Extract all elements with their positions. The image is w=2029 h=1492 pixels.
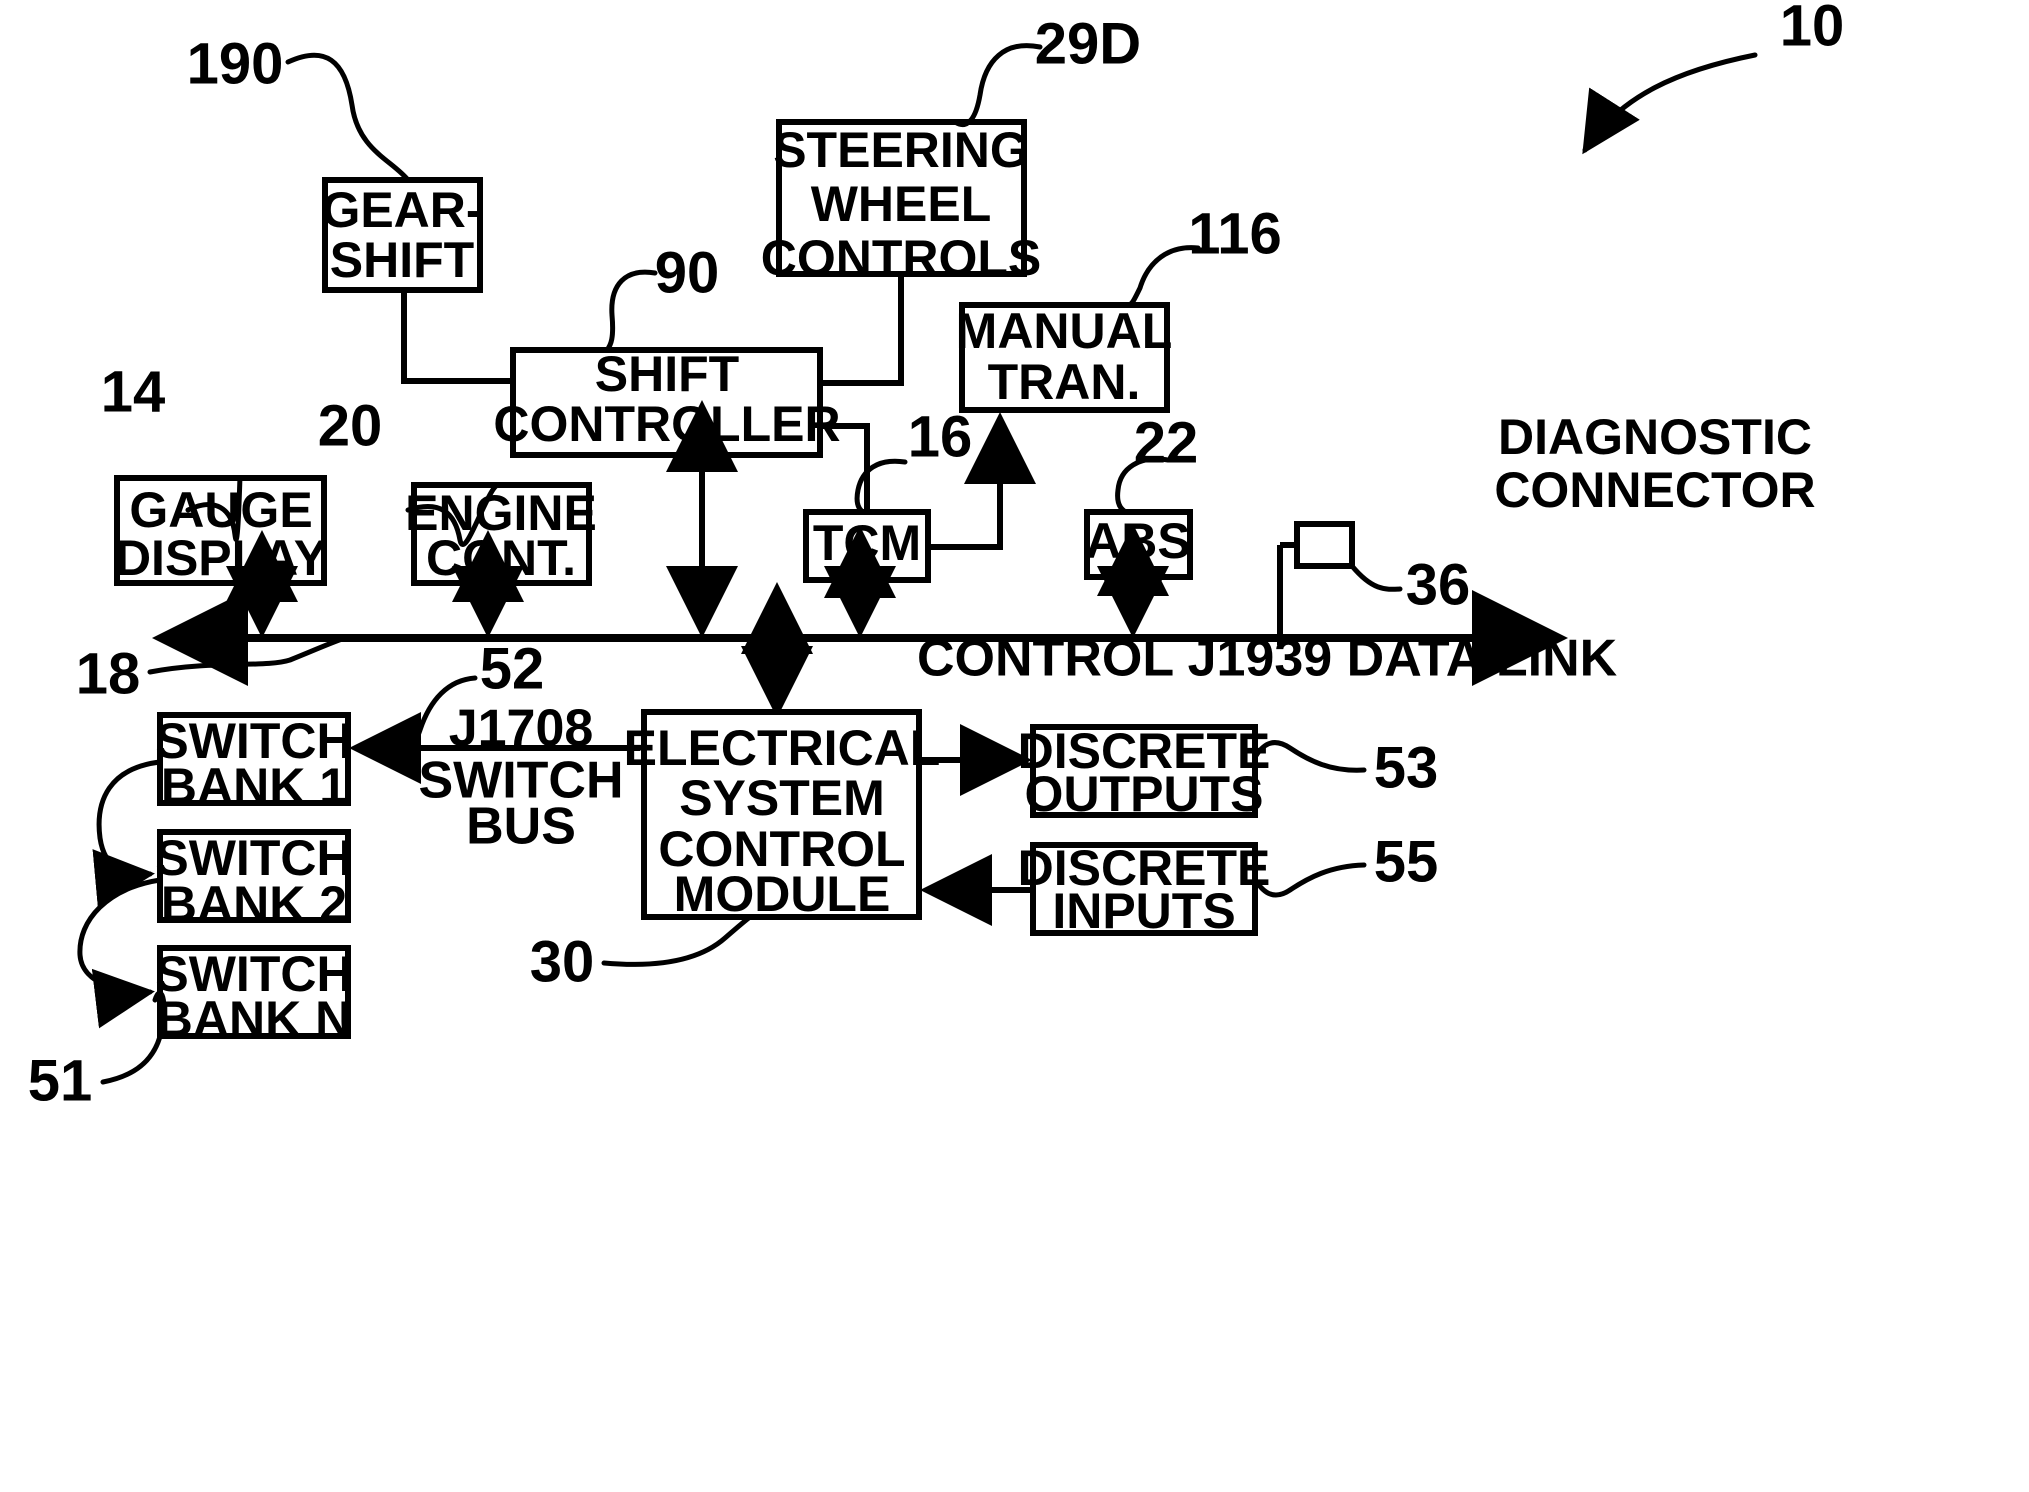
ref-190: 190 — [187, 31, 284, 96]
block-manual-tran-label-2: TRAN. — [988, 354, 1141, 410]
block-engine-cont-label-2: CONT. — [426, 530, 576, 586]
ref-14: 14 — [101, 359, 166, 424]
block-discrete-outputs-label-2: OUTPUTS — [1025, 766, 1264, 822]
block-switch-bank-2-label-2: BANK 2 — [161, 876, 347, 932]
leader-51 — [100, 990, 167, 1085]
block-manual-tran-label-1: MANUAL — [956, 303, 1173, 359]
ref-52: 52 — [480, 636, 545, 701]
ref-29D: 29D — [1035, 11, 1141, 76]
block-gear-shift-label-1: GEAR- — [321, 182, 482, 238]
block-shift-controller-label-2: CONTROLLER — [493, 396, 840, 452]
link-gearshift-to-shiftcontroller — [401, 290, 513, 384]
ref-90: 90 — [655, 240, 720, 305]
block-gear-shift-label-2: SHIFT — [330, 232, 474, 288]
block-escm-label-1: ELECTRICAL — [624, 720, 941, 776]
diagram-canvas: 10 190 GEAR- SHIFT 29D STEERING WHEEL CO… — [28, 0, 1845, 1113]
block-diagnostic-connector-label-2: CONNECTOR — [1494, 462, 1815, 518]
block-shift-controller-label-1: SHIFT — [595, 346, 739, 402]
patent-figure: 10 190 GEAR- SHIFT 29D STEERING WHEEL CO… — [0, 0, 2029, 1492]
bus-switch-bus-label-1: J1708 — [449, 700, 594, 758]
leader-29D — [952, 43, 1043, 127]
ref-22: 22 — [1134, 410, 1199, 475]
block-gauge-display-label-2: DISPLAY — [115, 530, 327, 586]
link-steeringwheel-to-shiftcontroller — [820, 274, 904, 386]
ref-10: 10 — [1780, 0, 1845, 58]
ref-16: 16 — [908, 404, 973, 469]
block-abs-label-1: ABS — [1085, 513, 1191, 569]
bus-switch-bus-label-3: BUS — [466, 798, 576, 856]
ref-53: 53 — [1374, 735, 1439, 800]
leader-30 — [601, 914, 753, 967]
block-escm-label-2: SYSTEM — [679, 770, 885, 826]
ref-20: 20 — [318, 393, 383, 458]
bus-control-j1939-data-link-label: CONTROL J1939 DATA LINK — [917, 630, 1618, 688]
block-steering-wheel-controls-label-1: STEERING — [773, 122, 1029, 178]
block-discrete-inputs-label-2: INPUTS — [1052, 883, 1235, 939]
ref-116: 116 — [1188, 201, 1282, 266]
ref-30: 30 — [530, 929, 595, 994]
leader-190 — [285, 52, 411, 183]
ref-36: 36 — [1406, 552, 1471, 617]
link-switchbank2-to-switchbankn — [77, 877, 163, 1029]
ref-55: 55 — [1374, 829, 1439, 894]
ref-51: 51 — [28, 1048, 93, 1113]
block-diagnostic-connector-label-1: DIAGNOSTIC — [1498, 409, 1812, 465]
leader-18 — [147, 635, 348, 675]
leader-90 — [604, 269, 658, 353]
block-escm-label-4: MODULE — [674, 866, 891, 922]
leader-36 — [1349, 563, 1403, 592]
block-switch-bank-1-label-2: BANK 1 — [161, 758, 347, 814]
diagnostic-connector-symbol — [1277, 521, 1355, 645]
block-switch-bank-n-label-2: BANK N — [157, 991, 351, 1047]
block-tcm-label-1: TCM — [813, 515, 921, 571]
link-switchbank1-to-switchbank2 — [92, 759, 163, 909]
block-steering-wheel-controls-label-2: WHEEL — [811, 176, 992, 232]
leader-53 — [1252, 740, 1367, 773]
ref-18: 18 — [76, 641, 141, 706]
leader-55 — [1252, 862, 1367, 898]
figure-ref-10-leader — [1582, 52, 1758, 155]
block-steering-wheel-controls-label-3: CONTROLS — [761, 230, 1042, 286]
